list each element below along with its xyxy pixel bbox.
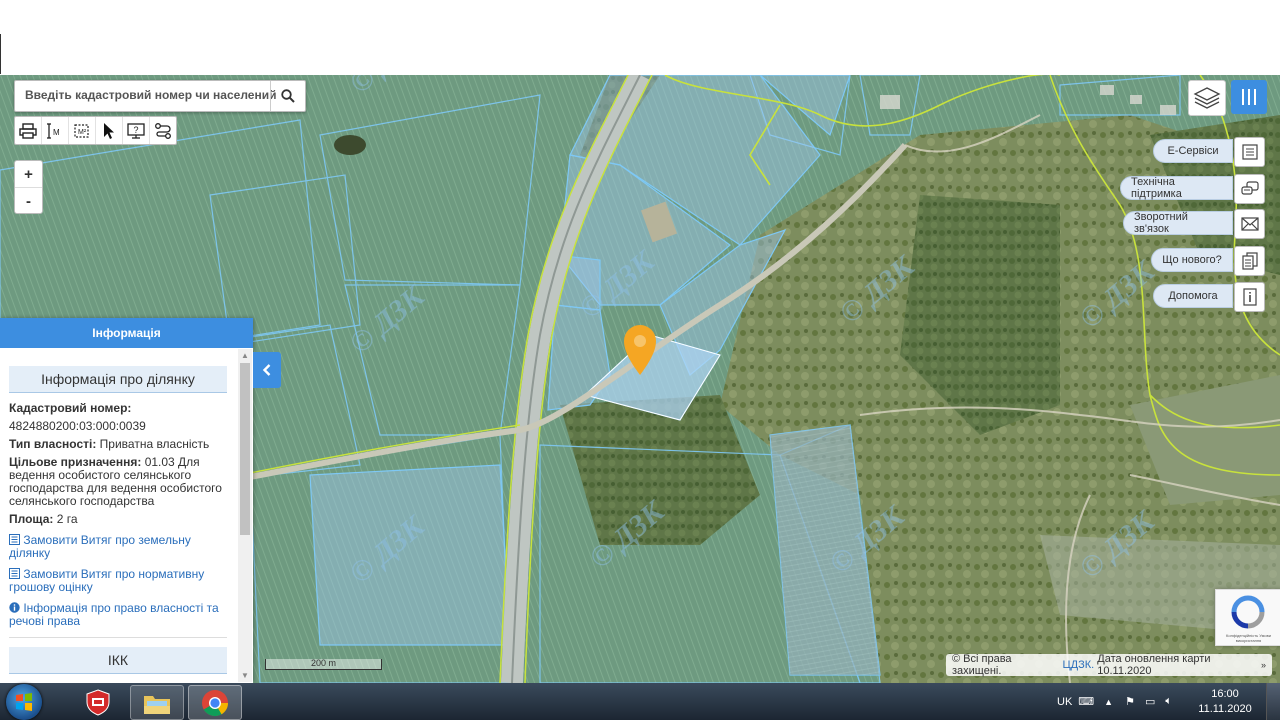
scale-bar: 200 m <box>265 659 382 670</box>
cdzk-link[interactable]: ЦДЗК. <box>1063 659 1095 671</box>
network-icon[interactable]: ▭ <box>1145 695 1155 708</box>
windows-logo-icon <box>16 693 32 711</box>
map-update-date: Дата оновлення карти 10.11.2020 <box>1097 653 1211 677</box>
chrome-icon <box>202 689 229 716</box>
cursor-arrow-icon <box>104 122 114 139</box>
ownership-type: Тип власності: Приватна власність <box>9 437 210 451</box>
start-button[interactable] <box>6 684 42 720</box>
service-feedback-button[interactable] <box>1234 209 1265 239</box>
divider <box>9 637 227 638</box>
windows-taskbar: UK ⌨ ▲ ⚑ ▭ 🔈︎ 16:00 11.11.2020 <box>0 683 1280 720</box>
chevron-left-icon <box>262 364 271 376</box>
route-tool-button[interactable] <box>150 117 176 144</box>
search-button[interactable] <box>270 81 305 111</box>
recaptcha-logo-icon <box>1231 595 1265 629</box>
show-hidden-icons-icon[interactable]: ▲ <box>1104 697 1113 707</box>
info-panel-scrollbar[interactable]: ▲ ▼ <box>238 349 252 682</box>
screen-question-icon: ? <box>127 122 145 139</box>
service-whats-new-label[interactable]: Що нового? <box>1151 248 1233 272</box>
document-list-icon <box>9 568 20 579</box>
service-support-button[interactable] <box>1234 174 1265 204</box>
document-list-icon <box>9 534 20 545</box>
ownership-rights-link[interactable]: Інформація про право власності та речові… <box>9 602 227 628</box>
info-panel-title: Інформація <box>0 318 253 348</box>
system-clock[interactable]: 16:00 11.11.2020 <box>1195 687 1255 717</box>
action-center-flag-icon[interactable]: ⚑ <box>1125 695 1135 708</box>
vertical-bars-icon <box>1242 89 1256 105</box>
system-tray: UK ⌨ ▲ ⚑ ▭ 🔈︎ <box>1057 683 1172 720</box>
svg-text:M²: M² <box>78 129 87 136</box>
taskbar-app-security[interactable] <box>72 685 124 718</box>
parcel-info-section-title: Інформація про ділянку <box>9 366 227 393</box>
select-tool-button[interactable] <box>96 117 123 144</box>
service-support-label[interactable]: Технічна підтримка <box>1120 176 1233 200</box>
ruler-icon: M <box>47 122 60 139</box>
clock-date: 11.11.2020 <box>1198 703 1252 715</box>
search-box <box>14 80 306 112</box>
document-list-icon <box>1241 144 1258 160</box>
map-toolbar: M M² ? <box>14 116 177 145</box>
scroll-up-arrow-icon[interactable]: ▲ <box>241 351 249 360</box>
browser-top-area <box>0 0 1280 76</box>
clock-time: 16:00 <box>1211 688 1239 700</box>
search-input[interactable] <box>15 81 277 109</box>
scroll-down-arrow-icon[interactable]: ▼ <box>241 671 249 680</box>
collapse-panel-button[interactable] <box>253 352 281 388</box>
svg-text:?: ? <box>134 125 139 135</box>
zoom-in-button[interactable]: + <box>15 161 42 188</box>
route-icon <box>155 122 171 139</box>
keyboard-icon[interactable]: ⌨ <box>1078 695 1094 708</box>
ikk-section-title[interactable]: ІКК <box>9 647 227 674</box>
zoom-out-button[interactable]: - <box>15 188 42 214</box>
identify-button[interactable]: ? <box>123 117 150 144</box>
window-edge <box>0 34 1 74</box>
service-e-services-button[interactable] <box>1234 137 1265 167</box>
taskbar-app-explorer[interactable] <box>130 685 184 720</box>
recaptcha-text: Конфіденційність Умови використання <box>1226 633 1271 643</box>
search-icon <box>281 89 295 103</box>
cadastral-number-label: Кадастровий номер: <box>9 401 132 415</box>
documents-icon <box>1241 252 1258 270</box>
order-extract-link[interactable]: Замовити Витяг про земельну ділянку <box>9 534 227 560</box>
volume-icon[interactable]: 🔈︎ <box>1165 695 1172 708</box>
service-help-label[interactable]: Допомога <box>1153 284 1233 308</box>
area-icon: M² <box>74 123 89 138</box>
cadastral-number-value: 4824880200:03:000:0039 <box>9 419 146 433</box>
printer-icon <box>19 122 37 139</box>
show-desktop-button[interactable] <box>1266 683 1280 720</box>
service-help-button[interactable] <box>1234 282 1265 312</box>
info-panel: Інформація Інформація про ділянку Кадаст… <box>0 318 253 683</box>
shield-app-icon <box>86 688 110 716</box>
info-circle-icon <box>9 602 20 613</box>
layers-icon <box>1193 87 1221 109</box>
info-icon <box>1242 288 1257 306</box>
language-indicator[interactable]: UK <box>1057 696 1072 708</box>
copyright-text: © Всі права захищені. <box>952 653 1012 677</box>
folder-icon <box>144 695 170 714</box>
service-whats-new-button[interactable] <box>1234 246 1265 276</box>
order-valuation-link[interactable]: Замовити Витяг про нормативну грошову оц… <box>9 568 227 594</box>
info-panel-body: Інформація про ділянку Кадастровий номер… <box>0 348 237 683</box>
measure-distance-button[interactable]: M <box>42 117 69 144</box>
taskbar-app-chrome[interactable] <box>188 685 242 720</box>
envelope-icon <box>1240 217 1259 231</box>
purpose: Цільове призначення: 01.03 Для ведення о… <box>9 455 222 508</box>
service-feedback-label[interactable]: Зворотний зв'язок <box>1123 211 1233 235</box>
expand-attribution-button[interactable]: » <box>1261 660 1266 670</box>
print-button[interactable] <box>15 117 42 144</box>
area: Площа: 2 га <box>9 512 78 526</box>
recaptcha-badge[interactable]: Конфіденційність Умови використання <box>1215 589 1280 646</box>
support-chat-icon <box>1240 181 1259 195</box>
svg-text:M: M <box>53 128 60 137</box>
service-e-services-label[interactable]: Е-Сервіси <box>1153 139 1233 163</box>
copyright-bar: © Всі права захищені. ЦДЗК. Дата оновлен… <box>946 653 1272 677</box>
layers-button[interactable] <box>1188 80 1226 116</box>
zoom-control: + - <box>14 160 43 214</box>
menu-button[interactable] <box>1231 80 1267 114</box>
scrollbar-thumb[interactable] <box>240 363 250 535</box>
measure-area-button[interactable]: M² <box>69 117 96 144</box>
